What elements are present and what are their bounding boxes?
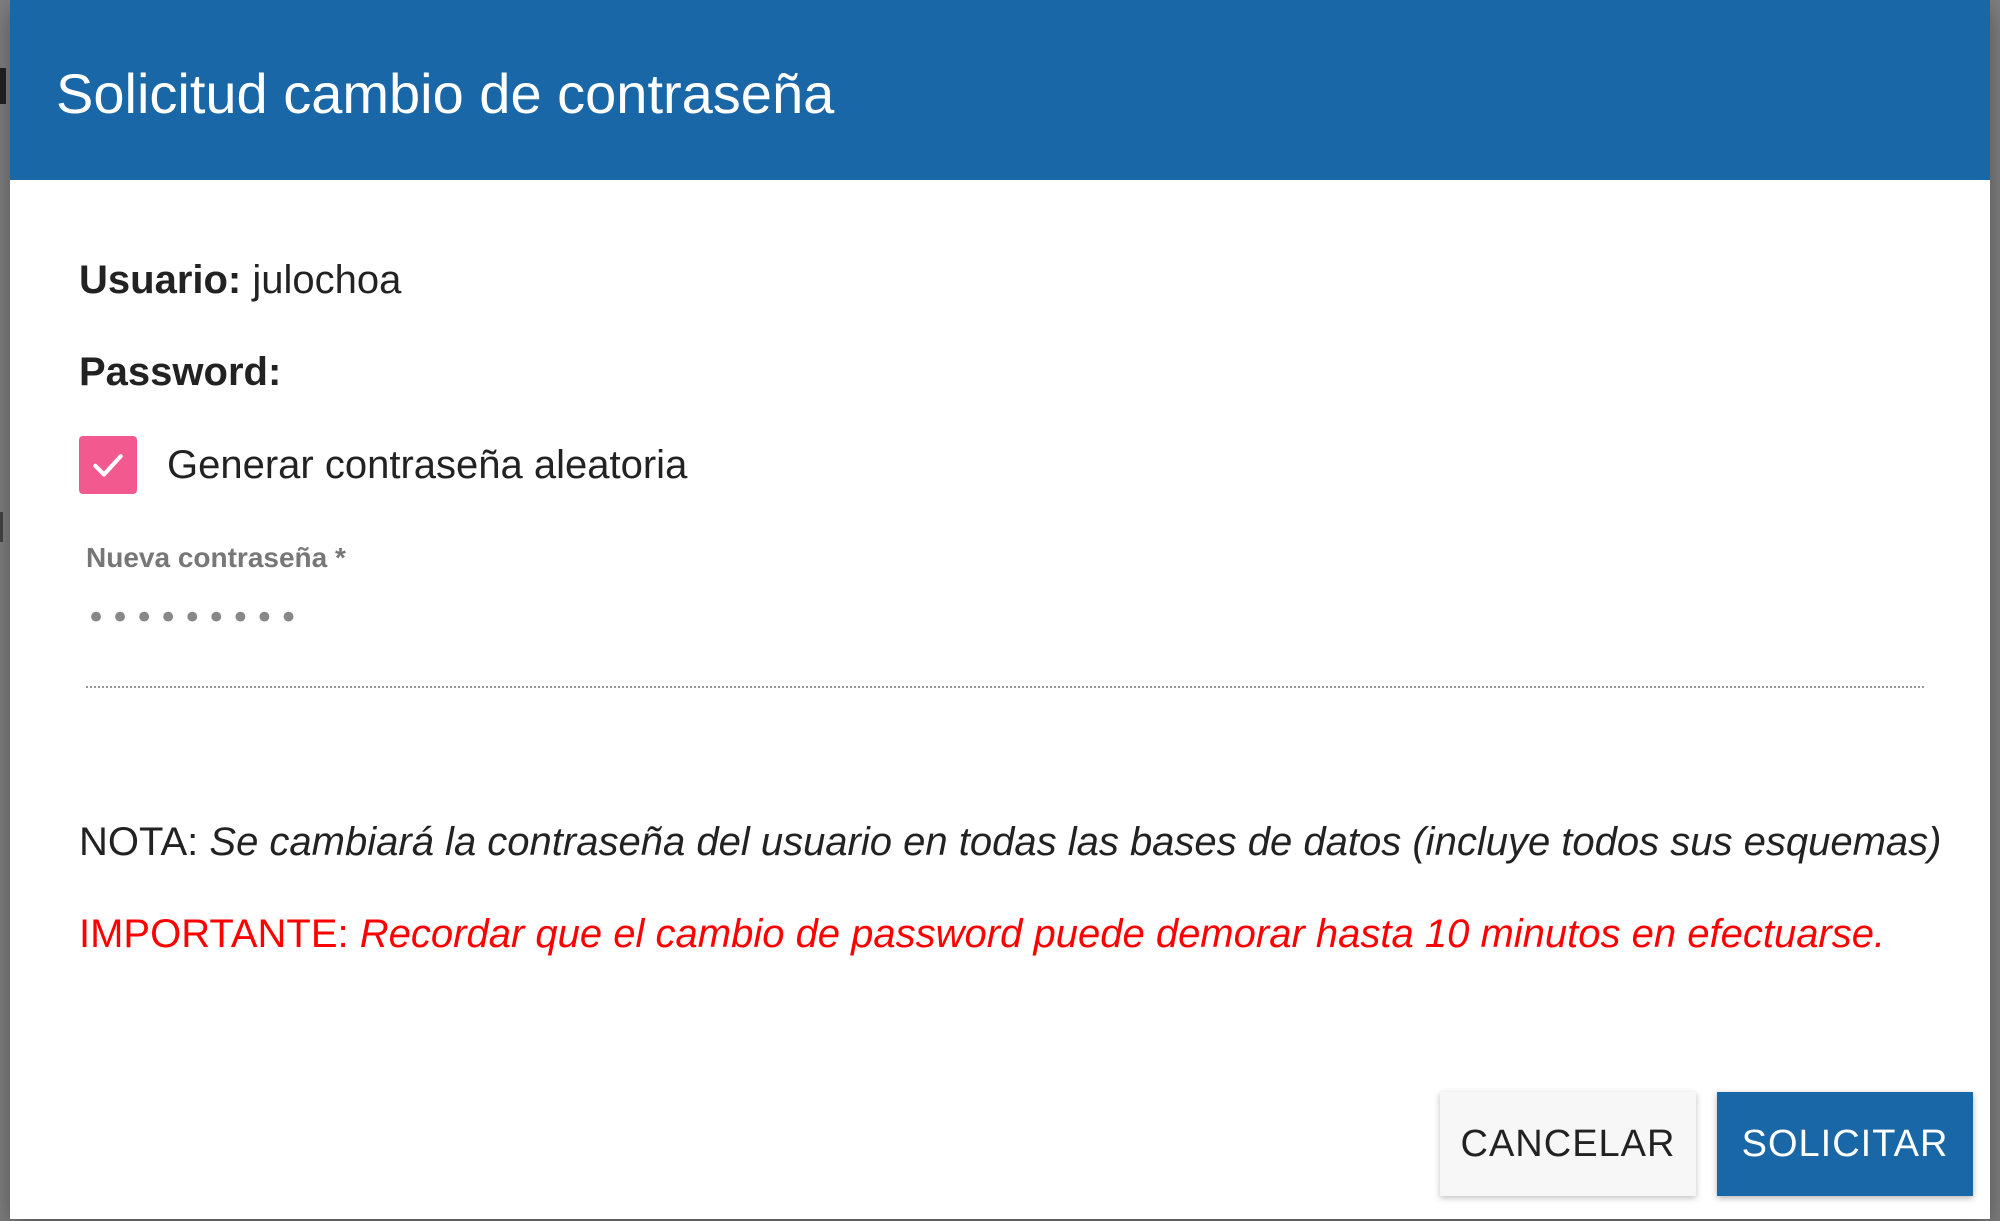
password-label: Password: [79,350,282,394]
checkbox-checked[interactable] [79,436,137,494]
new-password-input[interactable]: ••••••••• [86,598,1924,660]
dialog-title: Solicitud cambio de contraseña [56,61,835,125]
random-password-label: Generar contraseña aleatoria [167,442,688,487]
new-password-underline [86,686,1924,688]
user-label: Usuario: [79,258,242,302]
important-body: Recordar que el cambio de password puede… [359,912,1886,956]
new-password-label: Nueva contraseña * [86,542,346,573]
random-password-checkbox[interactable]: Generar contraseña aleatoria [79,436,687,494]
note-body: Se cambiará la contraseña del usuario en… [209,820,1942,864]
note-text: NOTA: Se cambiará la contraseña del usua… [79,820,1942,865]
user-value: julochoa [252,258,402,302]
background-text-fragment [0,68,6,104]
submit-button[interactable]: SOLICITAR [1717,1092,1973,1196]
important-prefix: IMPORTANTE: [79,912,349,956]
user-row: Usuario: julochoa [79,258,401,303]
dialog-header: Solicitud cambio de contraseña [10,0,1990,180]
background-text-fragment [0,512,9,542]
checkmark-icon [93,454,123,477]
note-prefix: NOTA: [79,820,199,864]
important-text: IMPORTANTE: Recordar que el cambio de pa… [79,912,1885,957]
cancel-button[interactable]: CANCELAR [1440,1092,1696,1196]
password-change-dialog: Solicitud cambio de contraseña Usuario: … [10,0,1990,1219]
dialog-body: Usuario: julochoa Password: Generar cont… [10,180,1990,1219]
